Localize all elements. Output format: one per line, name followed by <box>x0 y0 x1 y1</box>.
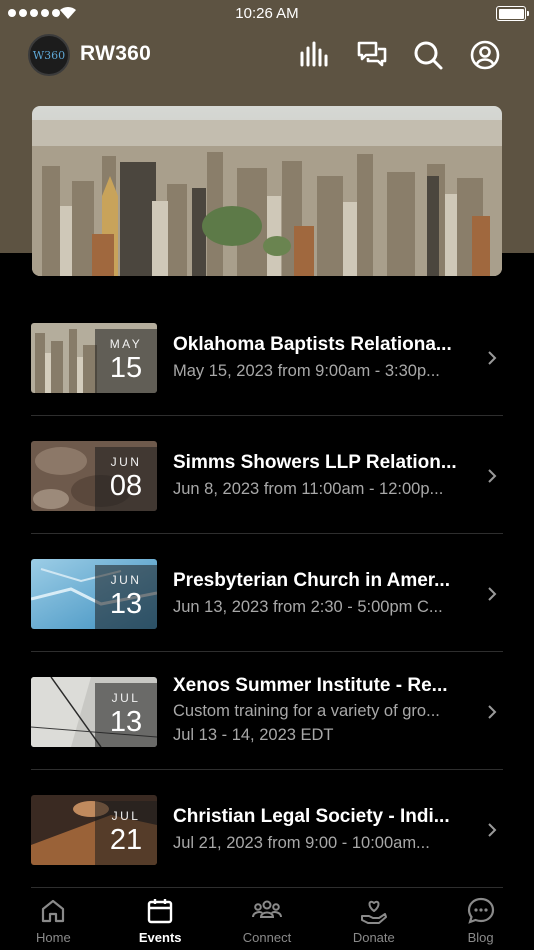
tab-label: Connect <box>242 930 292 945</box>
event-day: 21 <box>109 824 143 856</box>
tab-blog[interactable]: Blog <box>427 890 534 950</box>
event-detail: Jul 13 - 14, 2023 EDT <box>173 726 334 744</box>
event-month: JUN <box>110 573 142 587</box>
event-row[interactable]: JUL 13 Xenos Summer Institute - Re... Cu… <box>31 652 503 770</box>
heart-hand-icon <box>360 900 387 924</box>
app-header: W360 RW360 <box>0 28 534 84</box>
chevron-right-icon <box>488 705 497 719</box>
event-title: Oklahoma Baptists Relationa... <box>173 334 452 355</box>
tab-connect[interactable]: Connect <box>214 890 321 950</box>
tab-bar: Home Events Connect Donate Blog <box>0 890 534 950</box>
event-day: 13 <box>109 706 143 738</box>
app-title: RW360 <box>80 42 152 65</box>
logo-text: W360 <box>32 48 66 62</box>
calendar-icon <box>147 899 173 924</box>
event-month: MAY <box>109 337 143 351</box>
event-subtitle: Jun 8, 2023 from 11:00am - 12:00p... <box>173 480 444 498</box>
event-thumbnail: JUN 08 <box>31 441 157 511</box>
hero-image[interactable] <box>32 106 502 276</box>
chevron-right-icon <box>488 469 497 483</box>
event-day: 08 <box>109 470 143 502</box>
event-month: JUL <box>111 691 141 705</box>
status-time: 10:26 AM <box>235 5 299 22</box>
event-date-badge: JUN 13 <box>95 565 157 629</box>
home-icon <box>42 899 65 923</box>
event-subtitle: May 15, 2023 from 9:00am - 3:30p... <box>173 362 440 380</box>
tab-label: Events <box>138 930 182 945</box>
tab-events[interactable]: Events <box>107 890 214 950</box>
event-title: Simms Showers LLP Relation... <box>173 452 457 473</box>
event-date-badge: JUL 13 <box>95 683 157 747</box>
event-thumbnail: JUL 13 <box>31 677 157 747</box>
people-icon <box>251 900 282 918</box>
chat-bubbles-icon[interactable] <box>356 39 388 71</box>
tab-home[interactable]: Home <box>0 890 107 950</box>
chat-icon <box>467 897 494 924</box>
event-row[interactable]: JUN 08 Simms Showers LLP Relation... Jun… <box>31 416 503 534</box>
event-title: Christian Legal Society - Indi... <box>173 806 450 827</box>
tab-label: Home <box>36 930 71 945</box>
tab-label: Blog <box>467 930 494 945</box>
event-date-badge: JUL 21 <box>95 801 157 865</box>
event-thumbnail: JUN 13 <box>31 559 157 629</box>
account-icon[interactable] <box>469 39 501 71</box>
event-subtitle: Custom training for a variety of gro... <box>173 702 440 720</box>
event-date-badge: JUN 08 <box>95 447 157 511</box>
event-title: Presbyterian Church in Amer... <box>173 570 450 591</box>
event-subtitle: Jul 21, 2023 from 9:00 - 10:00am... <box>173 834 430 852</box>
status-bar: 10:26 AM <box>0 0 534 28</box>
event-subtitle: Jun 13, 2023 from 2:30 - 5:00pm C... <box>173 598 443 616</box>
event-thumbnail: MAY 15 <box>31 323 157 393</box>
app-logo[interactable]: W360 <box>28 34 70 76</box>
event-thumbnail: JUL 21 <box>31 795 157 865</box>
event-list: MAY 15 Oklahoma Baptists Relationa... Ma… <box>31 298 503 888</box>
battery-icon <box>496 6 529 21</box>
tab-label: Donate <box>352 930 395 945</box>
event-day: 13 <box>109 588 143 620</box>
chart-bars-icon[interactable] <box>298 39 330 71</box>
event-title: Xenos Summer Institute - Re... <box>173 675 448 696</box>
chevron-right-icon <box>488 351 497 365</box>
search-icon[interactable] <box>412 39 444 71</box>
event-row[interactable]: MAY 15 Oklahoma Baptists Relationa... Ma… <box>31 298 503 416</box>
event-day: 15 <box>109 352 143 384</box>
event-row[interactable]: JUL 21 Christian Legal Society - Indi...… <box>31 770 503 888</box>
event-date-badge: MAY 15 <box>95 329 157 393</box>
event-row[interactable]: JUN 13 Presbyterian Church in Amer... Ju… <box>31 534 503 652</box>
event-month: JUL <box>111 809 141 823</box>
chevron-right-icon <box>488 587 497 601</box>
chevron-right-icon <box>488 823 497 837</box>
event-month: JUN <box>110 455 142 469</box>
tab-donate[interactable]: Donate <box>320 890 427 950</box>
